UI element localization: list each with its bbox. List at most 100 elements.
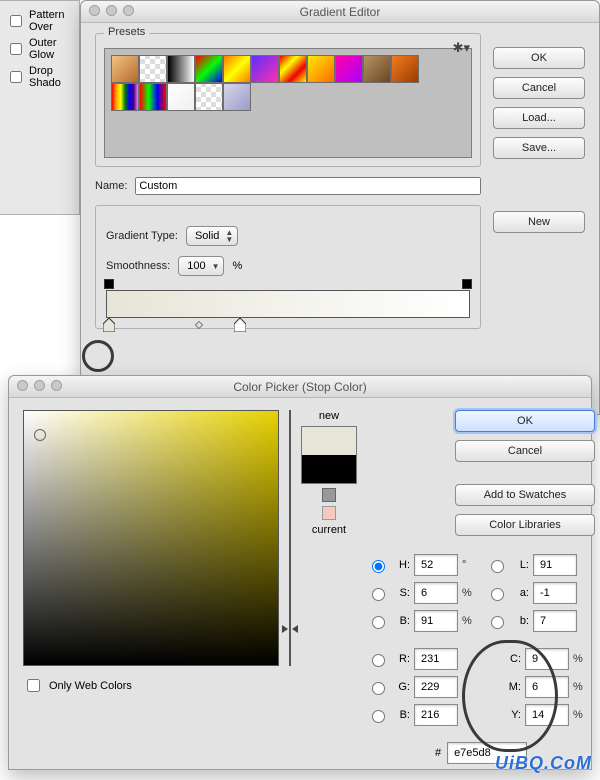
blab-label: b: (511, 615, 529, 627)
current-color-swatch[interactable] (302, 455, 356, 483)
preset-swatch[interactable] (139, 83, 167, 111)
name-input[interactable] (135, 177, 481, 195)
r-input[interactable] (414, 648, 458, 670)
brgb-radio[interactable] (372, 710, 385, 723)
option-label: Outer Glow (29, 37, 73, 61)
option-label: Drop Shado (29, 65, 73, 89)
hex-label: # (435, 747, 441, 759)
preset-swatch[interactable] (223, 55, 251, 83)
new-label: new (301, 410, 357, 422)
cancel-button[interactable]: Cancel (493, 77, 585, 99)
smoothness-label: Smoothness: (106, 260, 170, 272)
hue-thumb[interactable] (284, 625, 296, 631)
r-radio[interactable] (372, 654, 385, 667)
color-field[interactable] (23, 410, 279, 666)
color-cursor[interactable] (34, 429, 46, 441)
ok-button[interactable]: OK (455, 410, 595, 432)
only-web-colors[interactable]: Only Web Colors (23, 676, 279, 695)
new-button[interactable]: New (493, 211, 585, 233)
chevron-updown-icon: ▲▼ (225, 229, 233, 243)
l-radio[interactable] (491, 560, 504, 573)
g-radio[interactable] (372, 682, 385, 695)
preset-swatch[interactable] (167, 55, 195, 83)
color-stop-left[interactable] (103, 318, 115, 332)
brgb-label: B: (392, 709, 410, 721)
color-stop-right[interactable] (234, 318, 246, 332)
l-input[interactable] (533, 554, 577, 576)
presets-label: Presets (104, 26, 149, 38)
preset-swatch[interactable] (195, 83, 223, 111)
preset-swatch[interactable] (111, 55, 139, 83)
grad-type-label: Gradient Type: (106, 230, 178, 242)
preset-swatch[interactable] (279, 55, 307, 83)
gradient-bar[interactable] (106, 290, 470, 318)
color-picker-window: Color Picker (Stop Color) Only Web Color… (8, 375, 592, 770)
gear-icon[interactable]: ✱▾ (453, 40, 470, 56)
outer-glow-checkbox[interactable] (10, 43, 22, 55)
drop-shadow-checkbox[interactable] (10, 71, 22, 83)
brgb-input[interactable] (414, 704, 458, 726)
titlebar[interactable]: Gradient Editor (81, 1, 599, 23)
name-label: Name: (95, 180, 127, 192)
load-button[interactable]: Load... (493, 107, 585, 129)
g-label: G: (392, 681, 410, 693)
hue-slider[interactable] (289, 410, 291, 666)
s-input[interactable] (414, 582, 458, 604)
presets-well[interactable] (104, 48, 472, 158)
watermark: UiBQ.CoM (495, 753, 592, 774)
blab-input[interactable] (533, 610, 577, 632)
option-pattern-overlay[interactable]: Pattern Over (6, 9, 73, 33)
midpoint-marker[interactable] (195, 321, 203, 329)
window-controls[interactable] (17, 380, 62, 391)
preset-swatch[interactable] (167, 83, 195, 111)
titlebar[interactable]: Color Picker (Stop Color) (9, 376, 591, 398)
grad-type-select[interactable]: Solid ▲▼ (186, 226, 238, 246)
websafe-swatch[interactable] (322, 506, 336, 520)
preset-swatch[interactable] (363, 55, 391, 83)
opacity-stop-left[interactable] (104, 279, 114, 289)
h-radio[interactable] (372, 560, 385, 573)
add-swatches-button[interactable]: Add to Swatches (455, 484, 595, 506)
layer-style-panel: Pattern Over Outer Glow Drop Shado (0, 0, 80, 215)
preset-swatch[interactable] (391, 55, 419, 83)
opacity-stop-right[interactable] (462, 279, 472, 289)
s-radio[interactable] (372, 588, 385, 601)
gradient-settings: Gradient Type: Solid ▲▼ Smoothness: 100 … (95, 205, 481, 329)
preset-swatch[interactable] (223, 83, 251, 111)
current-label: current (301, 524, 357, 536)
smoothness-select[interactable]: 100 ▼ (178, 256, 224, 276)
preset-swatch[interactable] (307, 55, 335, 83)
presets-fieldset: Presets ✱▾ (95, 33, 481, 167)
preset-swatch[interactable] (139, 55, 167, 83)
option-drop-shadow[interactable]: Drop Shado (6, 65, 73, 89)
r-label: R: (392, 653, 410, 665)
g-input[interactable] (414, 676, 458, 698)
preset-swatch[interactable] (195, 55, 223, 83)
b-input[interactable] (414, 610, 458, 632)
ok-button[interactable]: OK (493, 47, 585, 69)
a-radio[interactable] (491, 588, 504, 601)
y-input[interactable] (525, 704, 569, 726)
option-outer-glow[interactable]: Outer Glow (6, 37, 73, 61)
pattern-overlay-checkbox[interactable] (10, 15, 22, 27)
y-label: Y: (503, 709, 521, 721)
gamut-warning-icon[interactable] (322, 488, 336, 502)
save-button[interactable]: Save... (493, 137, 585, 159)
color-libraries-button[interactable]: Color Libraries (455, 514, 595, 536)
h-input[interactable] (414, 554, 458, 576)
window-title: Gradient Editor (81, 5, 599, 19)
preset-swatch[interactable] (251, 55, 279, 83)
cancel-button[interactable]: Cancel (455, 440, 595, 462)
preset-swatch[interactable] (335, 55, 363, 83)
preset-swatch[interactable] (111, 83, 139, 111)
a-input[interactable] (533, 582, 577, 604)
window-controls[interactable] (89, 5, 134, 16)
grad-type-value: Solid (195, 230, 219, 242)
m-label: M: (503, 681, 521, 693)
only-web-checkbox[interactable] (27, 679, 40, 692)
c-input[interactable] (525, 648, 569, 670)
new-color-swatch[interactable] (302, 427, 356, 455)
blab-radio[interactable] (491, 616, 504, 629)
m-input[interactable] (525, 676, 569, 698)
b-radio[interactable] (372, 616, 385, 629)
